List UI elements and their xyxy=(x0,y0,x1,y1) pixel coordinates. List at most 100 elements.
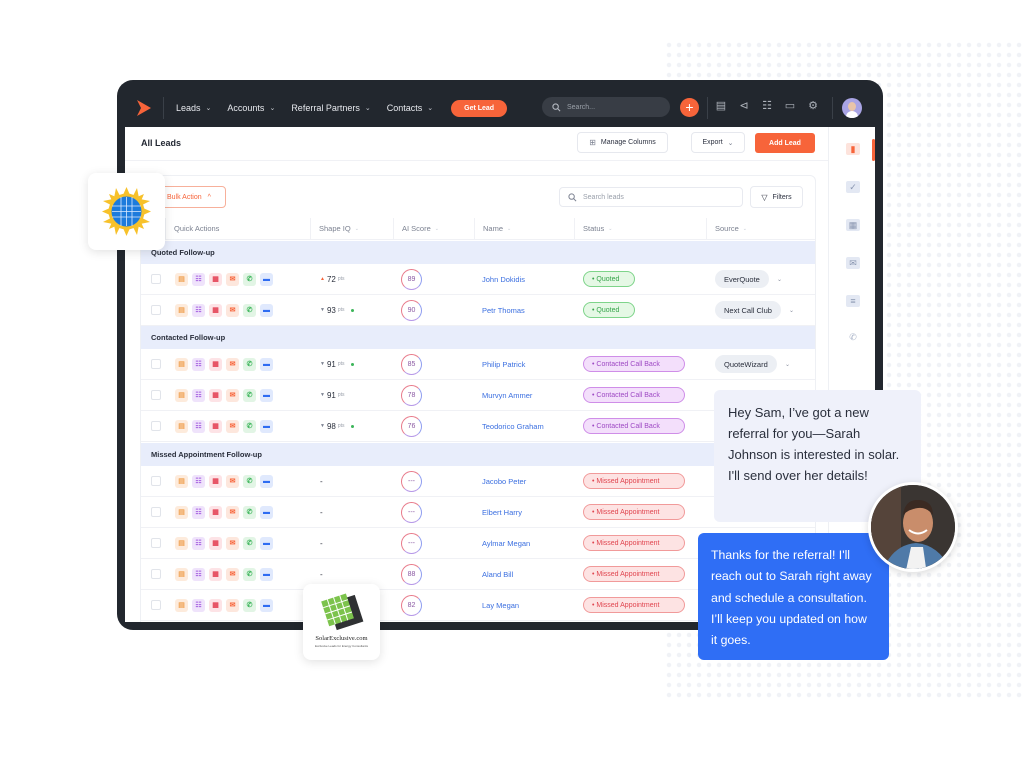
note-icon[interactable]: ▤ xyxy=(175,303,188,317)
filters-button[interactable]: ▽ Filters xyxy=(750,186,803,208)
lead-name-link[interactable]: Aland Bill xyxy=(482,570,513,579)
phone-icon[interactable]: ✆ xyxy=(243,567,256,581)
lead-name-link[interactable]: Elbert Harry xyxy=(482,508,522,517)
row-checkbox[interactable] xyxy=(151,476,161,486)
row-checkbox[interactable] xyxy=(151,274,161,284)
table-row[interactable]: ▤ ☷ ▦ ✉ ✆ ▬ ▼ 93 pts 90 Petr Thomas • Qu… xyxy=(141,295,815,326)
tasks-icon[interactable]: ✓ xyxy=(846,181,860,193)
lead-name-link[interactable]: Aylmar Megan xyxy=(482,539,530,548)
checklist-icon[interactable]: ☷ xyxy=(192,505,205,519)
calendar-icon[interactable]: ▦ xyxy=(209,536,222,550)
email-icon[interactable]: ✉ xyxy=(226,388,239,402)
lead-name-link[interactable]: Murvyn Ammer xyxy=(482,391,532,400)
source-pill[interactable]: EverQuote xyxy=(715,270,769,288)
row-checkbox[interactable] xyxy=(151,421,161,431)
mail-icon[interactable]: ✉ xyxy=(846,257,860,269)
search-leads-input[interactable]: Search leads xyxy=(559,187,743,207)
email-icon[interactable]: ✉ xyxy=(226,505,239,519)
email-icon[interactable]: ✉ xyxy=(226,567,239,581)
sms-icon[interactable]: ▬ xyxy=(260,303,273,317)
note-icon[interactable]: ▤ xyxy=(175,598,188,612)
global-search-input[interactable]: Search... xyxy=(542,97,670,117)
status-badge[interactable]: • Missed Appointment xyxy=(583,535,685,551)
sms-icon[interactable]: ▬ xyxy=(260,567,273,581)
status-badge[interactable]: • Missed Appointment xyxy=(583,597,685,613)
calendar-icon[interactable]: ▦ xyxy=(846,219,860,231)
checklist-icon[interactable]: ☷ xyxy=(192,536,205,550)
status-badge[interactable]: • Quoted xyxy=(583,271,635,287)
table-row[interactable]: ▤ ☷ ▦ ✉ ✆ ▬ ▲ 72 pts 89 John Dokidis • Q… xyxy=(141,264,815,295)
report-icon[interactable]: ▤ xyxy=(715,99,727,112)
checklist-icon[interactable]: ☷ xyxy=(192,567,205,581)
create-new-button[interactable]: + xyxy=(680,98,699,117)
checklist-icon[interactable]: ☷ xyxy=(192,598,205,612)
calendar-icon[interactable]: ▦ xyxy=(209,419,222,433)
get-lead-button[interactable]: Get Lead xyxy=(451,99,508,117)
status-badge[interactable]: • Missed Appointment xyxy=(583,504,685,520)
email-icon[interactable]: ✉ xyxy=(226,598,239,612)
row-checkbox[interactable] xyxy=(151,390,161,400)
status-badge[interactable]: • Contacted Call Back xyxy=(583,356,685,372)
email-icon[interactable]: ✉ xyxy=(226,474,239,488)
email-icon[interactable]: ✉ xyxy=(226,272,239,286)
source-dropdown-chevron-icon[interactable]: ⌄ xyxy=(785,361,790,368)
email-icon[interactable]: ✉ xyxy=(226,303,239,317)
checklist-icon[interactable]: ☷ xyxy=(192,474,205,488)
source-pill[interactable]: Next Call Club xyxy=(715,301,781,319)
megaphone-icon[interactable]: ⊲ xyxy=(738,99,750,112)
phone-icon[interactable]: ✆ xyxy=(243,536,256,550)
note-icon[interactable]: ▤ xyxy=(175,505,188,519)
sms-icon[interactable]: ▬ xyxy=(260,419,273,433)
status-badge[interactable]: • Contacted Call Back xyxy=(583,387,685,403)
column-quick-actions[interactable]: Quick Actions xyxy=(166,218,311,239)
phone-icon[interactable]: ✆ xyxy=(243,598,256,612)
phone-icon[interactable]: ✆ xyxy=(243,303,256,317)
note-icon[interactable]: ▤ xyxy=(175,474,188,488)
source-dropdown-chevron-icon[interactable]: ⌄ xyxy=(789,307,794,314)
row-checkbox[interactable] xyxy=(151,359,161,369)
status-badge[interactable]: • Contacted Call Back xyxy=(583,418,685,434)
lead-name-link[interactable]: Lay Megan xyxy=(482,601,519,610)
checklist-icon[interactable]: ☷ xyxy=(192,357,205,371)
email-icon[interactable]: ✉ xyxy=(226,536,239,550)
column-source[interactable]: Source ⌄ xyxy=(707,218,815,239)
table-row[interactable]: ▤ ☷ ▦ ✉ ✆ ▬ ▼ 91 pts 85 Philip Patrick •… xyxy=(141,349,815,380)
note-icon[interactable]: ▤ xyxy=(175,357,188,371)
chat-icon[interactable]: ≡ xyxy=(846,295,860,307)
email-icon[interactable]: ✉ xyxy=(226,357,239,371)
calendar-icon[interactable]: ▦ xyxy=(209,272,222,286)
calendar-icon[interactable]: ▦ xyxy=(209,303,222,317)
sms-icon[interactable]: ▬ xyxy=(260,272,273,286)
status-badge[interactable]: • Quoted xyxy=(583,302,635,318)
lead-name-link[interactable]: Teodorico Graham xyxy=(482,422,544,431)
phone-icon[interactable]: ✆ xyxy=(243,419,256,433)
nav-referral-partners[interactable]: Referral Partners ⌄ xyxy=(291,103,370,113)
phone-icon[interactable]: ✆ xyxy=(243,272,256,286)
calendar-icon[interactable]: ▦ xyxy=(209,474,222,488)
sms-icon[interactable]: ▬ xyxy=(260,474,273,488)
row-checkbox[interactable] xyxy=(151,305,161,315)
calendar-icon[interactable]: ▦ xyxy=(209,357,222,371)
sms-icon[interactable]: ▬ xyxy=(260,388,273,402)
status-badge[interactable]: • Missed Appointment xyxy=(583,566,685,582)
checklist-icon[interactable]: ☷ xyxy=(192,388,205,402)
column-ai-score[interactable]: AI Score ⌄ xyxy=(394,218,475,239)
checklist-icon[interactable]: ☷ xyxy=(192,419,205,433)
checklist-icon[interactable]: ☷ xyxy=(192,272,205,286)
user-avatar[interactable] xyxy=(842,98,862,118)
column-status[interactable]: Status ⌄ xyxy=(575,218,707,239)
checklist-icon[interactable]: ☷ xyxy=(761,99,773,112)
lead-name-link[interactable]: Petr Thomas xyxy=(482,306,525,315)
phone-icon[interactable]: ✆ xyxy=(846,331,860,343)
row-checkbox[interactable] xyxy=(151,569,161,579)
phone-icon[interactable]: ✆ xyxy=(243,388,256,402)
nav-accounts[interactable]: Accounts ⌄ xyxy=(227,103,275,113)
note-icon[interactable]: ▤ xyxy=(175,272,188,286)
monitor-icon[interactable]: ▭ xyxy=(784,99,796,112)
settings-icon[interactable]: ⚙ xyxy=(807,99,819,112)
sms-icon[interactable]: ▬ xyxy=(260,598,273,612)
analytics-icon[interactable]: ▮ xyxy=(846,143,860,155)
lead-name-link[interactable]: Philip Patrick xyxy=(482,360,525,369)
export-dropdown[interactable]: Export ⌄ xyxy=(691,132,745,153)
sms-icon[interactable]: ▬ xyxy=(260,505,273,519)
